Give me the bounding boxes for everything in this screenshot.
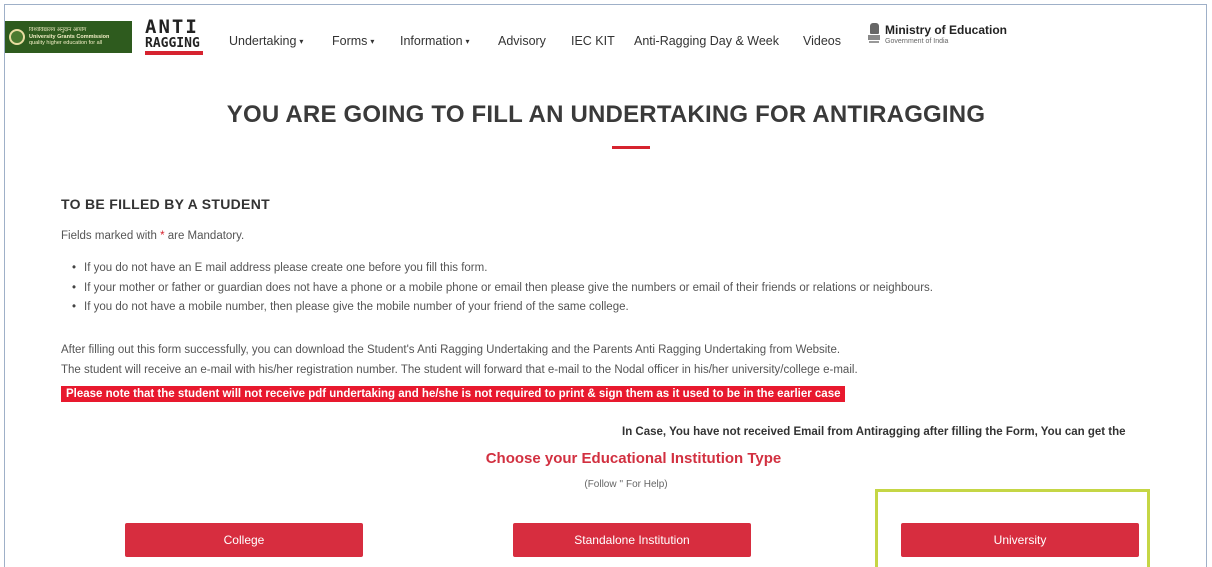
university-button[interactable]: University xyxy=(901,523,1139,557)
list-item: If you do not have an E mail address ple… xyxy=(72,262,933,282)
chevron-down-icon: ▾ xyxy=(370,37,375,46)
email-info-text: The student will receive an e-mail with … xyxy=(61,364,858,376)
nav-forms[interactable]: Forms ▾ xyxy=(332,34,374,48)
nav-label: Undertaking xyxy=(229,34,297,48)
college-button[interactable]: College xyxy=(125,523,363,557)
nav-label: Information xyxy=(400,34,463,48)
nav-videos[interactable]: Videos xyxy=(803,34,841,48)
moe-title: Ministry of Education xyxy=(885,23,1008,37)
instruction-list: If you do not have an E mail address ple… xyxy=(72,262,933,321)
top-navbar: विश्वविद्यालय अनुदान आयोग University Gra… xyxy=(0,0,1203,55)
standalone-institution-button[interactable]: Standalone Institution xyxy=(513,523,751,557)
anti-logo-top: ANTI xyxy=(145,16,199,38)
important-notice-banner: Please note that the student will not re… xyxy=(61,386,846,402)
chevron-down-icon: ▾ xyxy=(299,37,304,46)
chevron-down-icon: ▾ xyxy=(465,37,470,46)
moe-text: Ministry of Education Government of Indi… xyxy=(885,24,1007,46)
anti-ragging-logo[interactable]: ANTI RAGGING xyxy=(145,18,205,58)
list-item: If you do not have a mobile number, then… xyxy=(72,301,933,321)
ugc-emblem-icon xyxy=(9,29,25,45)
email-not-received-note: In Case, You have not received Email fro… xyxy=(622,426,1126,438)
nav-undertaking[interactable]: Undertaking ▾ xyxy=(229,34,303,48)
national-emblem-icon xyxy=(867,22,881,48)
nav-iec-kit[interactable]: IEC KIT xyxy=(571,34,615,48)
mandatory-note: Fields marked with * are Mandatory. xyxy=(61,230,244,242)
moe-subtitle: Government of India xyxy=(885,38,949,45)
page-title: YOU ARE GOING TO FILL AN UNDERTAKING FOR… xyxy=(226,101,986,128)
ministry-of-education-logo[interactable]: Ministry of Education Government of Indi… xyxy=(867,22,1007,48)
nav-label: Forms xyxy=(332,34,368,48)
download-info-text: After filling out this form successfully… xyxy=(61,344,841,356)
mandatory-text: Fields marked with xyxy=(61,230,161,242)
nav-information[interactable]: Information ▾ xyxy=(400,34,470,48)
title-divider xyxy=(612,146,650,149)
list-item: If your mother or father or guardian doe… xyxy=(72,282,933,302)
nav-anti-ragging-day-week[interactable]: Anti-Ragging Day & Week xyxy=(634,34,779,48)
ugc-logo[interactable]: विश्वविद्यालय अनुदान आयोग University Gra… xyxy=(5,21,132,53)
choose-institution-heading: Choose your Educational Institution Type xyxy=(485,450,782,467)
nav-advisory[interactable]: Advisory xyxy=(498,34,546,48)
ugc-logo-text: विश्वविद्यालय अनुदान आयोग University Gra… xyxy=(29,27,109,47)
section-title: TO BE FILLED BY A STUDENT xyxy=(61,196,270,212)
mandatory-text: are Mandatory. xyxy=(164,230,245,242)
ugc-logo-line: quality higher education for all xyxy=(29,40,103,47)
anti-logo-bottom: RAGGING xyxy=(145,37,203,55)
